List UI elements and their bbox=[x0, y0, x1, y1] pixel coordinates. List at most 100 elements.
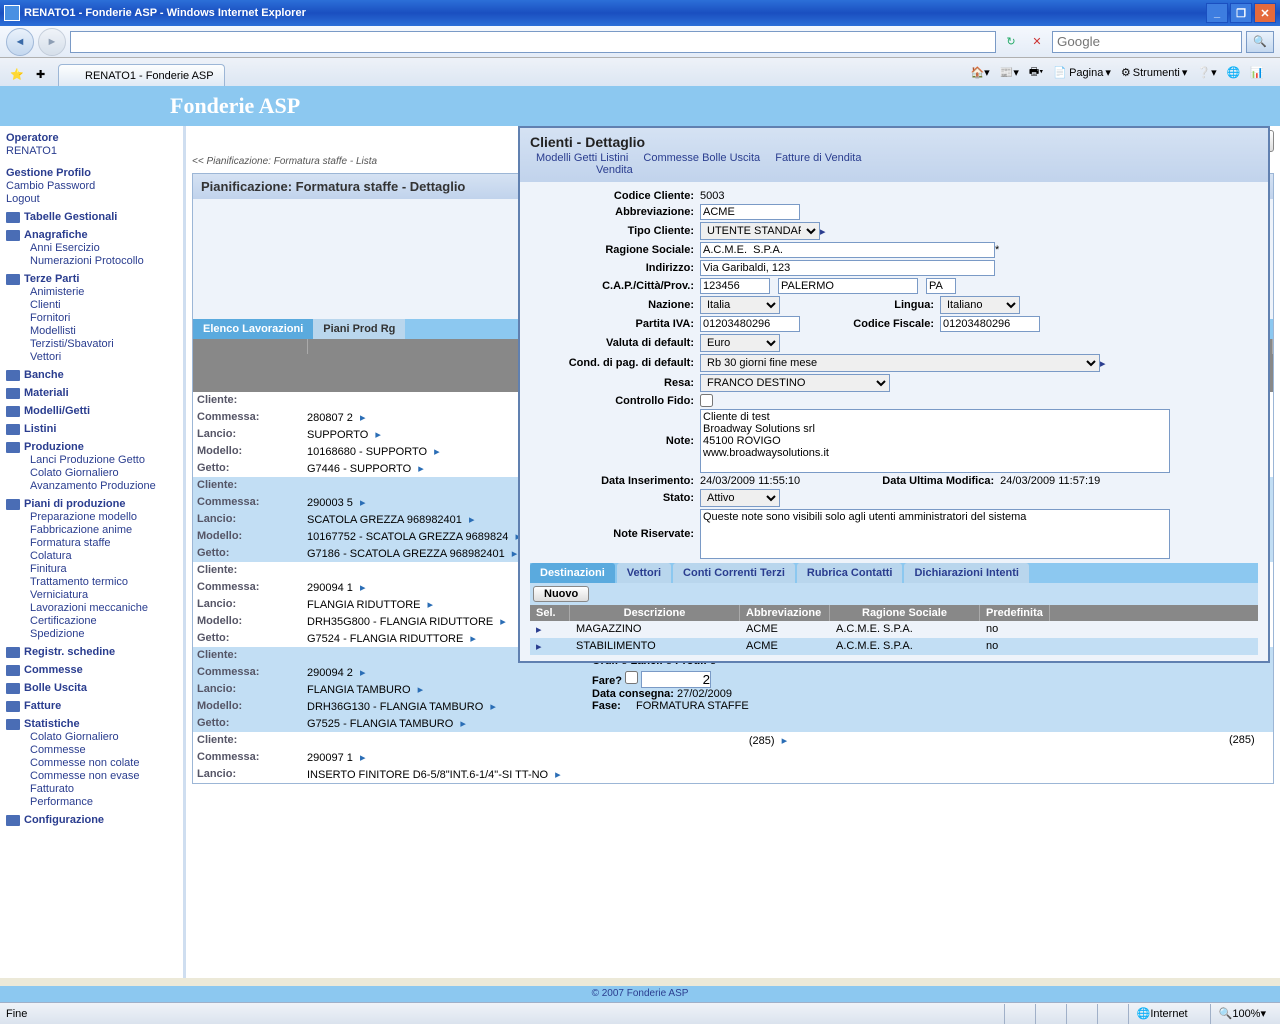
nuovo-button[interactable]: Nuovo bbox=[533, 586, 589, 602]
dest-tab[interactable]: Dichiarazioni Intenti bbox=[904, 563, 1029, 583]
nav-item[interactable]: Animisterie bbox=[30, 286, 177, 298]
nav-group[interactable]: Configurazione bbox=[24, 814, 104, 826]
nav-item[interactable]: Clienti bbox=[30, 299, 177, 311]
link-fatture[interactable]: Fatture di Vendita bbox=[775, 152, 861, 164]
cond-select[interactable]: Rb 30 giorni fine mese bbox=[700, 354, 1100, 372]
indirizzo-input[interactable] bbox=[700, 260, 995, 276]
cf-input[interactable] bbox=[940, 316, 1040, 332]
zone-internet: 🌐 Internet bbox=[1128, 1004, 1196, 1024]
extra-icon-2[interactable]: 📊 bbox=[1248, 64, 1266, 81]
nav-item[interactable]: Finitura bbox=[30, 563, 177, 575]
browser-tab[interactable]: RENATO1 - Fonderie ASP bbox=[58, 64, 225, 86]
help-menu[interactable]: ❔▾ bbox=[1195, 64, 1218, 81]
citta-input[interactable] bbox=[778, 278, 918, 294]
ragione-input[interactable] bbox=[700, 242, 995, 258]
maximize-button[interactable]: ❐ bbox=[1230, 3, 1252, 23]
lingua-select[interactable]: Italiano bbox=[940, 296, 1020, 314]
piva-input[interactable] bbox=[700, 316, 800, 332]
dest-tab[interactable]: Conti Correnti Terzi bbox=[673, 563, 795, 583]
cambio-password-link[interactable]: Cambio Password bbox=[6, 180, 177, 192]
add-favorite-icon[interactable]: ✚ bbox=[36, 68, 54, 86]
search-button[interactable]: 🔍 bbox=[1246, 31, 1274, 53]
forward-button[interactable]: ► bbox=[38, 28, 66, 56]
fido-checkbox[interactable] bbox=[700, 394, 713, 407]
nav-item[interactable]: Trattamento termico bbox=[30, 576, 177, 588]
tab-elenco-lavorazioni[interactable]: Elenco Lavorazioni bbox=[193, 319, 313, 339]
cap-input[interactable] bbox=[700, 278, 770, 294]
nav-group[interactable]: Bolle Uscita bbox=[24, 682, 87, 694]
nav-group[interactable]: Registr. schedine bbox=[24, 646, 115, 658]
valuta-select[interactable]: Euro bbox=[700, 334, 780, 352]
nav-group[interactable]: Produzione bbox=[24, 441, 84, 453]
dest-row[interactable]: ▸STABILIMENTO ACMEA.C.M.E. S.P.A.no bbox=[530, 638, 1258, 655]
nav-group[interactable]: Piani di produzione bbox=[24, 498, 125, 510]
nav-item[interactable]: Modellisti bbox=[30, 325, 177, 337]
nav-item[interactable]: Numerazioni Protocollo bbox=[30, 255, 177, 267]
link-modelli[interactable]: Modelli Getti Listini bbox=[536, 152, 628, 164]
client-title: Clienti - Dettaglio bbox=[530, 134, 1258, 150]
prov-input[interactable] bbox=[926, 278, 956, 294]
operatore-label: Operatore bbox=[6, 132, 177, 144]
nav-item[interactable]: Performance bbox=[30, 796, 177, 808]
nav-group[interactable]: Banche bbox=[24, 369, 64, 381]
nav-item[interactable]: Fatturato bbox=[30, 783, 177, 795]
note-textarea[interactable]: Cliente di test Broadway Solutions srl 4… bbox=[700, 409, 1170, 473]
nav-group[interactable]: Tabelle Gestionali bbox=[24, 211, 117, 223]
nav-group[interactable]: Anagrafiche bbox=[24, 229, 88, 241]
nav-item[interactable]: Avanzamento Produzione bbox=[30, 480, 177, 492]
nav-item[interactable]: Certificazione bbox=[30, 615, 177, 627]
nav-group[interactable]: Modelli/Getti bbox=[24, 405, 90, 417]
nav-item[interactable]: Spedizione bbox=[30, 628, 177, 640]
dest-row[interactable]: ▸MAGAZZINO ACMEA.C.M.E. S.P.A.no bbox=[530, 621, 1258, 638]
nav-group[interactable]: Commesse bbox=[24, 664, 83, 676]
nav-item[interactable]: Commesse non colate bbox=[30, 757, 177, 769]
nav-item[interactable]: Preparazione modello bbox=[30, 511, 177, 523]
link-commesse[interactable]: Commesse Bolle Uscita bbox=[643, 152, 760, 164]
dest-tab[interactable]: Destinazioni bbox=[530, 563, 615, 583]
dest-tab[interactable]: Rubrica Contatti bbox=[797, 563, 903, 583]
nav-item[interactable]: Fornitori bbox=[30, 312, 177, 324]
address-bar[interactable] bbox=[70, 31, 996, 53]
nav-item[interactable]: Anni Esercizio bbox=[30, 242, 177, 254]
abbr-input[interactable] bbox=[700, 204, 800, 220]
tools-menu[interactable]: ⚙ Strumenti ▾ bbox=[1119, 64, 1189, 81]
nav-group[interactable]: Terze Parti bbox=[24, 273, 79, 285]
print-button[interactable]: 🖶▾ bbox=[1027, 61, 1045, 84]
nav-item[interactable]: Fabbricazione anime bbox=[30, 524, 177, 536]
nav-group[interactable]: Fatture bbox=[24, 700, 61, 712]
nav-item[interactable]: Commesse non evase bbox=[30, 770, 177, 782]
nav-item[interactable]: Colato Giornaliero bbox=[30, 731, 177, 743]
back-button[interactable]: ◄ bbox=[6, 28, 34, 56]
nav-group[interactable]: Statistiche bbox=[24, 718, 80, 730]
nav-item[interactable]: Lanci Produzione Getto bbox=[30, 454, 177, 466]
search-input[interactable] bbox=[1052, 31, 1242, 53]
minimize-button[interactable]: _ bbox=[1206, 3, 1228, 23]
nav-item[interactable]: Vettori bbox=[30, 351, 177, 363]
feeds-button[interactable]: 📰▾ bbox=[998, 64, 1021, 81]
nav-item[interactable]: Verniciatura bbox=[30, 589, 177, 601]
nav-item[interactable]: Colatura bbox=[30, 550, 177, 562]
extra-icon-1[interactable]: 🌐 bbox=[1225, 64, 1243, 81]
nav-group[interactable]: Listini bbox=[24, 423, 56, 435]
note-riservate-textarea[interactable]: Queste note sono visibili solo agli uten… bbox=[700, 509, 1170, 559]
nav-item[interactable]: Colato Giornaliero bbox=[30, 467, 177, 479]
zoom-control[interactable]: 🔍 100% ▾ bbox=[1210, 1004, 1274, 1024]
nav-item[interactable]: Commesse bbox=[30, 744, 177, 756]
link-vendita[interactable]: Vendita bbox=[596, 164, 633, 176]
page-menu[interactable]: 📄 Pagina ▾ bbox=[1051, 64, 1113, 81]
nav-item[interactable]: Lavorazioni meccaniche bbox=[30, 602, 177, 614]
close-button[interactable]: ✕ bbox=[1254, 3, 1276, 23]
logout-link[interactable]: Logout bbox=[6, 193, 177, 205]
stato-select[interactable]: Attivo bbox=[700, 489, 780, 507]
resa-select[interactable]: FRANCO DESTINO bbox=[700, 374, 890, 392]
nav-group[interactable]: Materiali bbox=[24, 387, 69, 399]
home-button[interactable]: 🏠▾ bbox=[968, 64, 991, 81]
dest-tab[interactable]: Vettori bbox=[617, 563, 671, 583]
favorites-icon[interactable]: ⭐ bbox=[10, 68, 28, 86]
nav-item[interactable]: Terzisti/Sbavatori bbox=[30, 338, 177, 350]
tab-piani-prod-rg[interactable]: Piani Prod Rg bbox=[313, 319, 405, 339]
tipo-cliente-select[interactable]: UTENTE STANDARD bbox=[700, 222, 820, 240]
ie-icon bbox=[4, 5, 20, 21]
nazione-select[interactable]: Italia bbox=[700, 296, 780, 314]
nav-item[interactable]: Formatura staffe bbox=[30, 537, 177, 549]
